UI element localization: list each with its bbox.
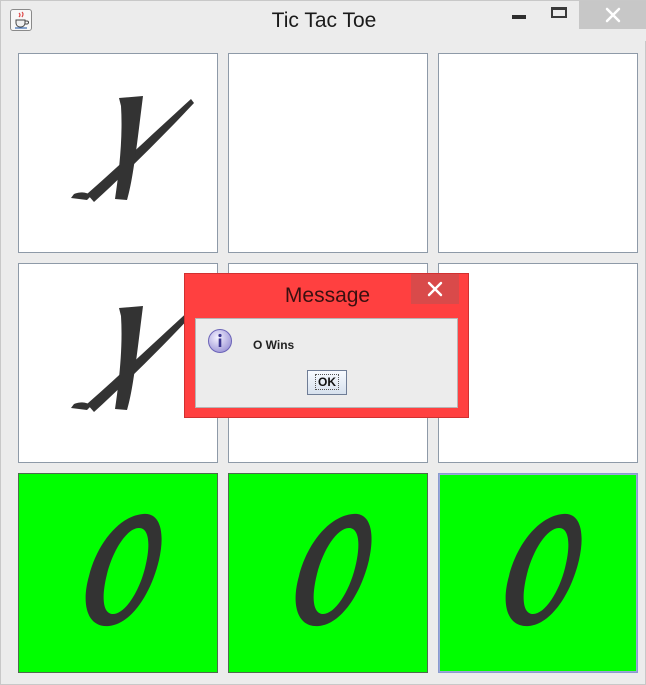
board-cell-1-1[interactable]	[18, 53, 218, 253]
minimize-icon	[512, 15, 526, 19]
close-icon	[605, 7, 621, 23]
message-dialog: Message O Wins OK	[184, 273, 469, 418]
ok-button-label: OK	[315, 374, 339, 390]
dialog-body: O Wins OK	[195, 318, 458, 408]
board-cell-1-2[interactable]	[228, 53, 428, 253]
x-mark-icon	[71, 96, 194, 202]
maximize-button[interactable]	[541, 1, 577, 29]
o-mark-icon	[295, 513, 372, 627]
board-cell-3-2[interactable]	[228, 473, 428, 673]
ok-button[interactable]: OK	[307, 370, 347, 395]
close-icon	[427, 281, 443, 297]
close-button[interactable]	[579, 1, 646, 29]
dialog-close-button[interactable]	[411, 274, 459, 304]
board-cell-3-1[interactable]	[18, 473, 218, 673]
board-cell-3-3[interactable]	[438, 473, 638, 673]
board-cell-1-3[interactable]	[438, 53, 638, 253]
game-window: Tic Tac Toe Message O Wins OK	[0, 0, 646, 685]
o-mark-icon	[505, 513, 582, 627]
dialog-message: O Wins	[253, 338, 295, 352]
title-bar[interactable]: Tic Tac Toe	[1, 1, 646, 41]
o-mark-icon	[85, 513, 162, 627]
maximize-icon	[551, 7, 567, 18]
info-icon	[208, 329, 232, 353]
minimize-button[interactable]	[501, 1, 535, 29]
